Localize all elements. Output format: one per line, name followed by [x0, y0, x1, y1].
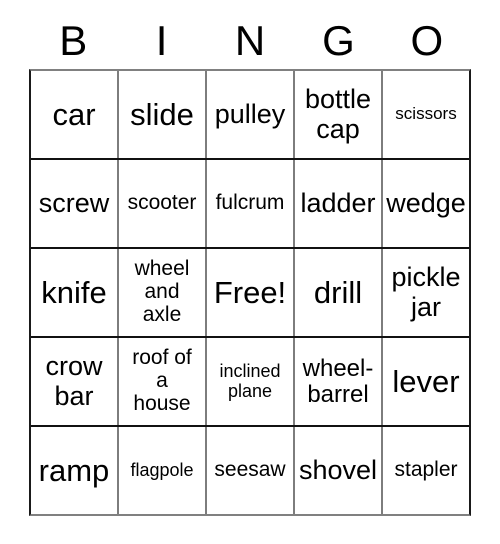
bingo-cell-label: slide: [130, 96, 194, 132]
bingo-cell[interactable]: flagpole: [119, 427, 207, 514]
bingo-cell[interactable]: pulley: [207, 71, 295, 158]
bingo-cell-label: crow bar: [45, 351, 103, 411]
bingo-cell-label: shovel: [298, 454, 378, 485]
bingo-header-row: BINGO: [29, 16, 471, 66]
bingo-cell[interactable]: lever: [383, 338, 469, 425]
bingo-cell[interactable]: wedge: [383, 160, 469, 247]
bingo-cell-label: car: [52, 96, 96, 132]
bingo-cell[interactable]: wheel- barrel: [295, 338, 383, 425]
bingo-cell-label: ramp: [38, 452, 110, 488]
bingo-cell-label: lever: [392, 363, 460, 399]
bingo-cell-label: screw: [38, 187, 110, 218]
bingo-cell[interactable]: drill: [295, 249, 383, 336]
bingo-row: ramp flagpole seesaw shovel stapler: [31, 427, 469, 514]
bingo-row: crow bar roof of a house inclined plane whe…: [31, 338, 469, 427]
bingo-cell-label: wedge: [386, 187, 466, 218]
bingo-card: B I N G O car slide pulley bottle cap scissors sc…: [0, 0, 500, 544]
bingo-cell[interactable]: scooter: [119, 160, 207, 247]
bingo-cell[interactable]: pickle jar: [383, 249, 469, 336]
bingo-cell[interactable]: inclined plane: [207, 338, 295, 425]
bingo-header-letter-n: N: [234, 17, 266, 64]
bingo-cell[interactable]: car: [31, 71, 119, 158]
bingo-cell-label: pickle jar: [391, 262, 461, 322]
bingo-cell-label: inclined plane: [219, 361, 281, 401]
bingo-cell[interactable]: slide: [119, 71, 207, 158]
bingo-header-letter-b: B: [59, 17, 88, 64]
bingo-cell-label: pulley: [214, 98, 286, 129]
bingo-cell-label: flagpole: [130, 459, 194, 480]
bingo-row: car slide pulley bottle cap scissors: [31, 71, 469, 160]
bingo-cell-label: ladder: [300, 187, 376, 218]
bingo-cell-label: bottle cap: [304, 84, 372, 144]
bingo-cell-label: wheel- barrel: [302, 354, 374, 408]
bingo-cell[interactable]: screw: [31, 160, 119, 247]
bingo-cell[interactable]: roof of a house: [119, 338, 207, 425]
bingo-header-letter-g: G: [322, 17, 355, 64]
bingo-row: knife wheel and axle Free! drill pickle jar: [31, 249, 469, 338]
bingo-cell[interactable]: bottle cap: [295, 71, 383, 158]
bingo-header-letter-i: I: [155, 17, 168, 64]
bingo-cell-label: scissors: [395, 104, 457, 124]
bingo-cell-label: scooter: [127, 191, 197, 215]
bingo-cell[interactable]: stapler: [383, 427, 469, 514]
bingo-row: screw scooter fulcrum ladder wedge: [31, 160, 469, 249]
bingo-header-letter-o: O: [410, 17, 444, 64]
bingo-cell-label: wheel and axle: [134, 257, 190, 326]
bingo-cell-label: Free!: [213, 274, 287, 310]
bingo-cell[interactable]: crow bar: [31, 338, 119, 425]
bingo-cell[interactable]: ladder: [295, 160, 383, 247]
bingo-cell[interactable]: seesaw: [207, 427, 295, 514]
bingo-cell-label: knife: [41, 274, 107, 310]
bingo-cell-label: roof of a house: [132, 346, 192, 415]
bingo-cell-free[interactable]: Free!: [207, 249, 295, 336]
bingo-cell-label: drill: [313, 274, 363, 310]
bingo-cell[interactable]: scissors: [383, 71, 469, 158]
bingo-cell-label: fulcrum: [215, 191, 285, 215]
bingo-grid: car slide pulley bottle cap scissors screw sco…: [29, 69, 471, 516]
bingo-cell[interactable]: knife: [31, 249, 119, 336]
bingo-cell[interactable]: wheel and axle: [119, 249, 207, 336]
bingo-cell-label: stapler: [394, 458, 458, 482]
bingo-cell[interactable]: ramp: [31, 427, 119, 514]
bingo-cell[interactable]: fulcrum: [207, 160, 295, 247]
bingo-cell-label: seesaw: [214, 458, 286, 482]
bingo-cell[interactable]: shovel: [295, 427, 383, 514]
